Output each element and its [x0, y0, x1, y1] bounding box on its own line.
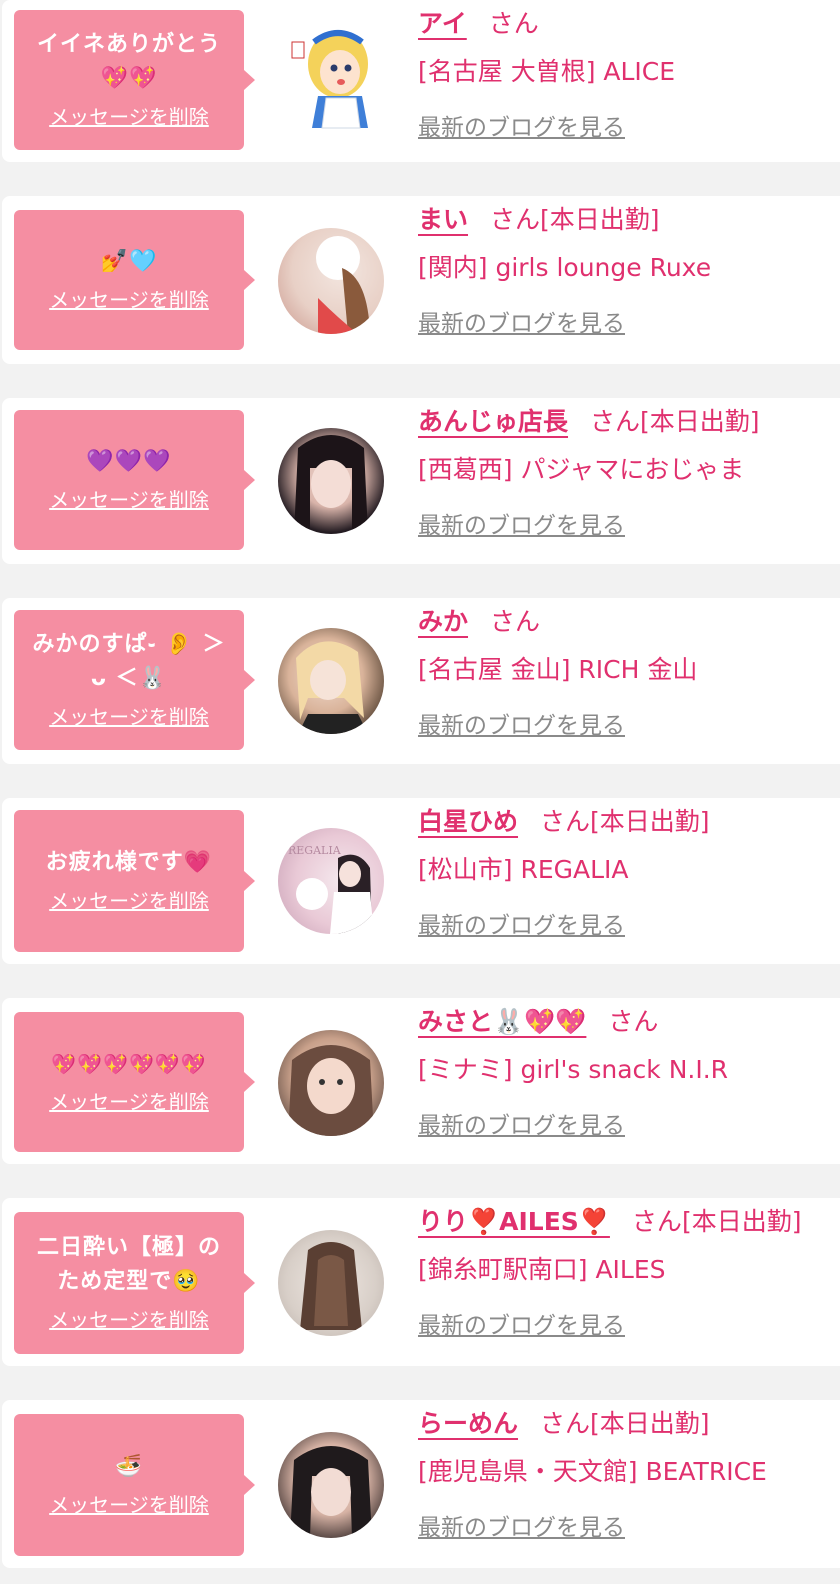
- shop-name: [名古屋 金山] RICH 金山: [418, 655, 698, 684]
- latest-blog-link[interactable]: 最新のブログを見る: [418, 108, 625, 142]
- shop-name: [鹿児島県・天文館] BEATRICE: [418, 1457, 767, 1486]
- shop-name: [ミナミ] girl's snack N.I.R: [418, 1055, 729, 1084]
- name-row: まい さん[本日出勤]: [418, 200, 660, 236]
- list-item: みかのすぱ֊ 👂 ＞ ᴗ ＜🐰 メッセージを削除 みか さん [名古屋 金山] R…: [2, 598, 840, 764]
- name-row: らーめん さん[本日出勤]: [418, 1404, 710, 1440]
- shop-name: [松山市] REGALIA: [418, 855, 629, 884]
- honorific: さん: [490, 607, 541, 636]
- name-row: りり❣️AILES❣️ さん[本日出勤]: [418, 1202, 801, 1238]
- latest-blog-link[interactable]: 最新のブログを見る: [418, 304, 625, 338]
- message-text: 🍜: [114, 1454, 144, 1479]
- duty-status: [本日出勤]: [590, 1409, 710, 1438]
- list-item: 💜💜💜 メッセージを削除 あんじゅ店長 さん[本日出勤] [西葛西] パジャマにお…: [2, 398, 840, 564]
- message-text: みかのすぱ֊ 👂 ＞ ᴗ ＜🐰: [32, 632, 226, 691]
- honorific: さん: [608, 1007, 659, 1036]
- avatar[interactable]: REGALIA: [278, 828, 384, 934]
- shop-name: [錦糸町駅南口] AILES: [418, 1255, 666, 1284]
- like-message-list: イイネありがとう💖💖 メッセージを削除 アイ さん [名古屋 大曽根] ALICE…: [0, 0, 840, 1584]
- cast-name-link[interactable]: アイ: [418, 9, 467, 38]
- latest-blog-link[interactable]: 最新のブログを見る: [418, 1508, 625, 1542]
- message-bubble: みかのすぱ֊ 👂 ＞ ᴗ ＜🐰 メッセージを削除: [14, 610, 255, 750]
- duty-status: [本日出勤]: [681, 1207, 802, 1236]
- profile-photo-icon: REGALIA: [288, 844, 374, 934]
- avatar[interactable]: [278, 24, 384, 130]
- message-text: イイネありがとう💖💖: [36, 32, 221, 91]
- cast-name-link[interactable]: 白星ひめ: [418, 807, 518, 836]
- latest-blog-link[interactable]: 最新のブログを見る: [418, 706, 625, 740]
- name-row: 白星ひめ さん[本日出勤]: [418, 802, 710, 838]
- profile-photo-icon: [300, 1242, 362, 1330]
- cast-name-link[interactable]: らーめん: [418, 1409, 518, 1438]
- cast-name-link[interactable]: あんじゅ店長: [418, 407, 568, 436]
- avatar[interactable]: [278, 1030, 384, 1136]
- delete-message-link[interactable]: メッセージを削除: [49, 1490, 209, 1520]
- delete-message-link[interactable]: メッセージを削除: [49, 485, 209, 515]
- honorific: さん: [488, 9, 539, 38]
- delete-message-link[interactable]: メッセージを削除: [49, 285, 209, 315]
- shop-name: [関内] girls lounge Ruxe: [418, 253, 712, 282]
- honorific: さん: [590, 407, 641, 436]
- message-text: 💜💜💜: [86, 449, 172, 474]
- message-bubble: 💅🩵 メッセージを削除: [14, 210, 255, 350]
- message-text: 💅🩵: [100, 249, 158, 274]
- name-row: あんじゅ店長 さん[本日出勤]: [418, 402, 760, 438]
- delete-message-link[interactable]: メッセージを削除: [49, 886, 209, 916]
- list-item: 💖💖💖💖💖💖 メッセージを削除 みさと🐰💖💖 さん [ミナミ] girl's sn…: [2, 998, 840, 1164]
- latest-blog-link[interactable]: 最新のブログを見る: [418, 1306, 625, 1340]
- message-bubble: 🍜 メッセージを削除: [14, 1414, 255, 1556]
- regalia-logo-icon: REGALIA: [288, 844, 342, 857]
- profile-photo-icon: [290, 1446, 372, 1538]
- honorific: さん: [540, 1409, 591, 1438]
- message-text: お疲れ様です💗: [45, 850, 213, 875]
- message-bubble: お疲れ様です💗 メッセージを削除: [14, 810, 255, 952]
- avatar[interactable]: [278, 628, 384, 734]
- message-bubble: 💖💖💖💖💖💖 メッセージを削除: [14, 1012, 255, 1152]
- alice-illustration-icon: [291, 30, 368, 129]
- avatar[interactable]: [278, 1230, 384, 1336]
- cast-name-link[interactable]: みか: [418, 607, 468, 636]
- name-row: みさと🐰💖💖 さん: [418, 1002, 658, 1038]
- message-text: 二日酔い【極】のため定型で🥹: [36, 1235, 221, 1294]
- message-bubble: イイネありがとう💖💖 メッセージを削除: [14, 10, 255, 150]
- avatar[interactable]: [278, 228, 384, 334]
- duty-status: [本日出勤]: [590, 807, 710, 836]
- message-bubble: 二日酔い【極】のため定型で🥹 メッセージを削除: [14, 1212, 255, 1354]
- duty-status: [本日出勤]: [540, 205, 660, 234]
- message-bubble: 💜💜💜 メッセージを削除: [14, 410, 255, 550]
- avatar[interactable]: [278, 1432, 384, 1538]
- delete-message-link[interactable]: メッセージを削除: [49, 1305, 209, 1335]
- list-item: お疲れ様です💗 メッセージを削除 REGALIA 白星ひめ さん[本日出勤] [松…: [2, 798, 840, 964]
- shop-name: [西葛西] パジャマにおじゃま: [418, 455, 745, 484]
- cast-name-link[interactable]: みさと🐰💖💖: [418, 1007, 586, 1036]
- cast-name-link[interactable]: まい: [418, 205, 468, 234]
- honorific: さん: [540, 807, 591, 836]
- latest-blog-link[interactable]: 最新のブログを見る: [418, 1106, 625, 1140]
- name-row: アイ さん: [418, 4, 539, 40]
- profile-photo-icon: [288, 1045, 374, 1136]
- delete-message-link[interactable]: メッセージを削除: [49, 702, 209, 732]
- profile-photo-icon: [296, 641, 368, 734]
- delete-message-link[interactable]: メッセージを削除: [49, 1087, 209, 1117]
- name-row: みか さん: [418, 602, 540, 638]
- latest-blog-link[interactable]: 最新のブログを見る: [418, 906, 625, 940]
- avatar[interactable]: [278, 428, 384, 534]
- list-item: 💅🩵 メッセージを削除 まい さん[本日出勤] [関内] girls lounge…: [2, 196, 840, 364]
- profile-photo-icon: [316, 236, 370, 334]
- cast-name-link[interactable]: りり❣️AILES❣️: [418, 1207, 610, 1236]
- list-item: 二日酔い【極】のため定型で🥹 メッセージを削除 りり❣️AILES❣️ さん[本日…: [2, 1198, 840, 1366]
- shop-name: [名古屋 大曽根] ALICE: [418, 57, 676, 86]
- duty-status: [本日出勤]: [640, 407, 760, 436]
- list-item: 🍜 メッセージを削除 らーめん さん[本日出勤] [鹿児島県・天文館] BEATR…: [2, 1400, 840, 1568]
- delete-message-link[interactable]: メッセージを削除: [49, 102, 209, 132]
- honorific: さん: [490, 205, 541, 234]
- message-text: 💖💖💖💖💖💖: [51, 1052, 207, 1076]
- honorific: さん: [631, 1207, 682, 1236]
- list-item: イイネありがとう💖💖 メッセージを削除 アイ さん [名古屋 大曽根] ALICE…: [2, 0, 840, 162]
- profile-photo-icon: [294, 435, 368, 534]
- latest-blog-link[interactable]: 最新のブログを見る: [418, 506, 625, 540]
